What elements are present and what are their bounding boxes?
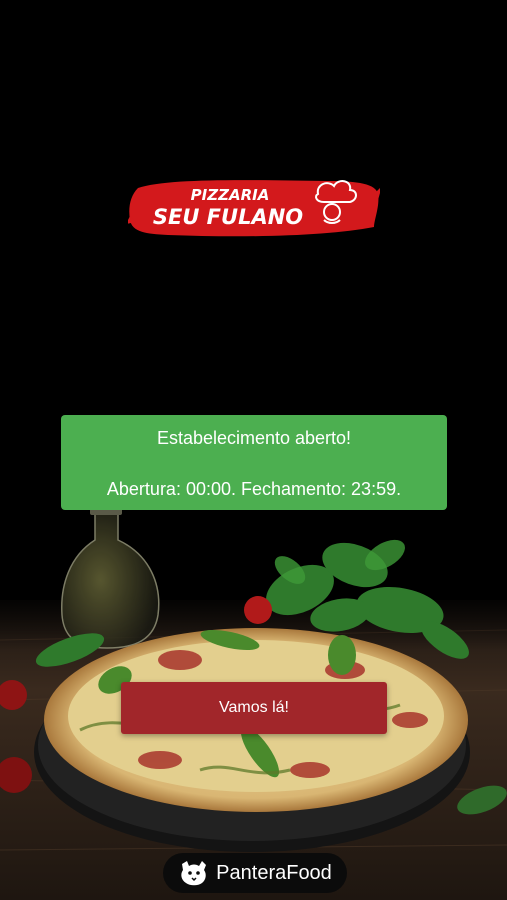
- brand-name: PanteraFood: [216, 862, 332, 884]
- pizzaria-logo: PIZZARIA SEU FULANO: [128, 180, 380, 237]
- logo-line2: SEU FULANO: [153, 205, 303, 229]
- store-status-card: Estabelecimento aberto! Abertura: 00:00.…: [61, 415, 447, 510]
- panther-icon: [181, 861, 207, 886]
- pantera-food-brand: PanteraFood: [163, 853, 347, 893]
- splash-screen: PIZZARIA SEU FULANO Estabelecimento aber…: [0, 0, 507, 900]
- store-hours-text: Abertura: 00:00. Fechamento: 23:59.: [106, 479, 402, 499]
- continue-button[interactable]: Vamos lá!: [121, 682, 387, 734]
- logo-line1: PIZZARIA: [191, 186, 270, 204]
- store-open-message: Estabelecimento aberto!: [156, 428, 352, 448]
